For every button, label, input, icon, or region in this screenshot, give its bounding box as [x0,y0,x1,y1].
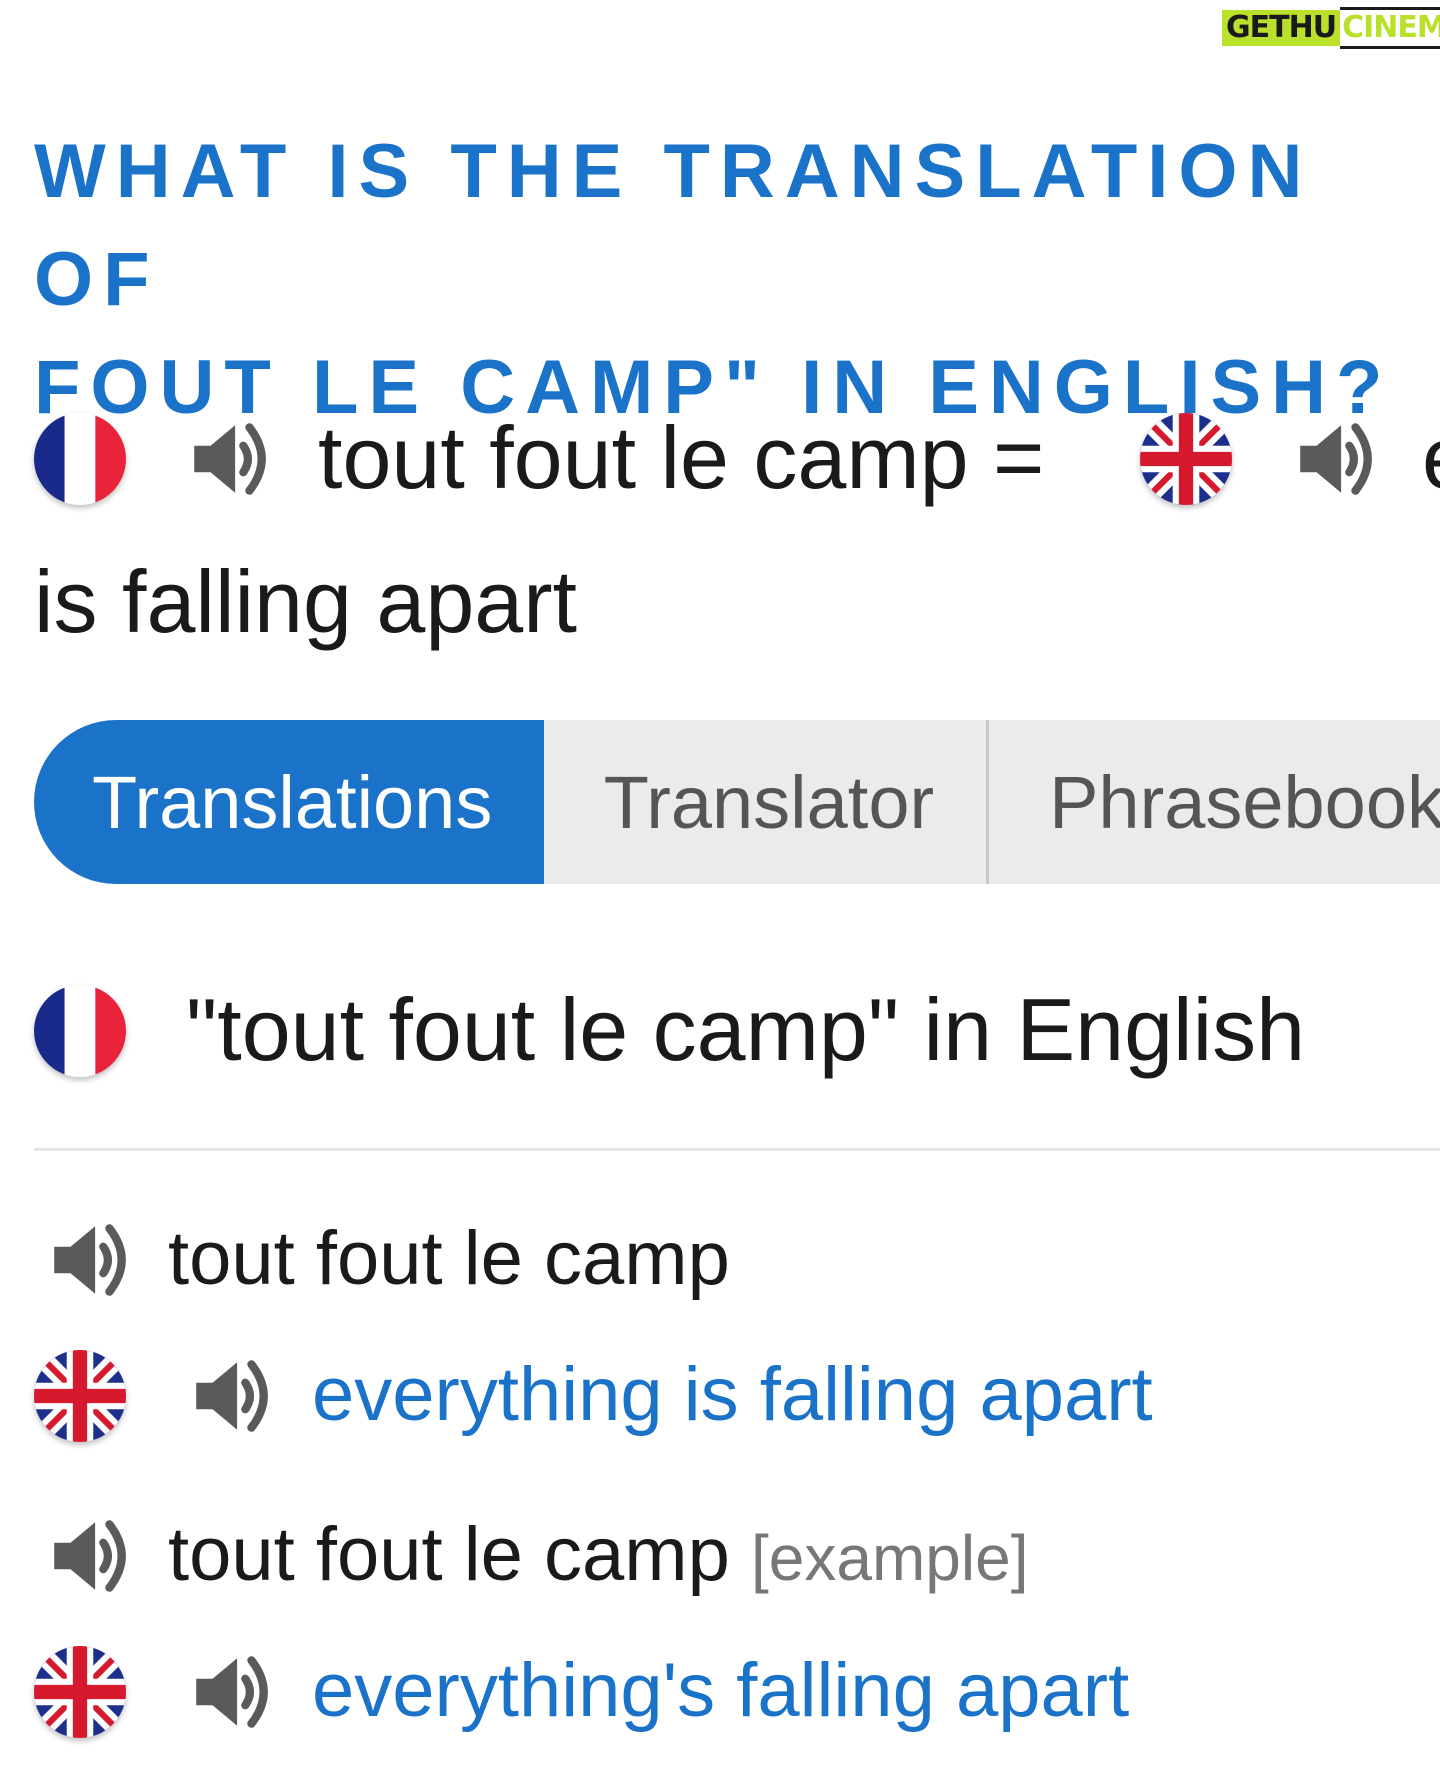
french-flag-icon [34,985,126,1077]
tab-translations[interactable]: Translations [34,720,544,884]
watermark-part1: GETHU [1222,10,1341,46]
divider [34,1148,1440,1151]
uk-flag-icon [34,1350,126,1442]
example-hint: [example] [751,1522,1029,1594]
watermark-logo: GETHU CINEMA [1222,7,1440,49]
entry-target-link[interactable]: everything's falling apart [312,1646,1129,1736]
summary-target-start: e [1422,408,1440,508]
section-title: "tout fout le camp" in English [186,980,1306,1079]
summary-source-text: tout fout le camp = [318,408,1045,507]
page-title: WHAT IS THE TRANSLATION OF FOUT LE CAMP"… [34,118,1434,442]
entry-source-text: tout fout le camp [168,1512,730,1597]
watermark-part2: CINEMA [1340,7,1440,49]
summary-target-text: is falling apart [34,552,577,651]
entry-target-link[interactable]: everything is falling apart [312,1350,1153,1440]
tab-translator[interactable]: Translator [543,720,990,884]
tab-phrasebook[interactable]: Phrasebook [989,720,1440,884]
entry-source-text: tout fout le camp [168,1216,730,1301]
speaker-icon[interactable] [186,1646,278,1738]
speaker-icon[interactable] [184,413,276,505]
page-title-line1: WHAT IS THE TRANSLATION OF [34,129,1313,322]
speaker-icon[interactable] [1290,413,1382,505]
speaker-icon[interactable] [186,1350,278,1442]
speaker-icon[interactable] [44,1510,136,1602]
tab-bar: Translations Translator Phrasebook [34,720,1440,884]
uk-flag-icon [34,1646,126,1738]
french-flag-icon [34,413,126,505]
speaker-icon[interactable] [44,1214,136,1306]
uk-flag-icon [1140,413,1232,505]
entry-source-row: tout fout le camp [example] [168,1510,1028,1603]
